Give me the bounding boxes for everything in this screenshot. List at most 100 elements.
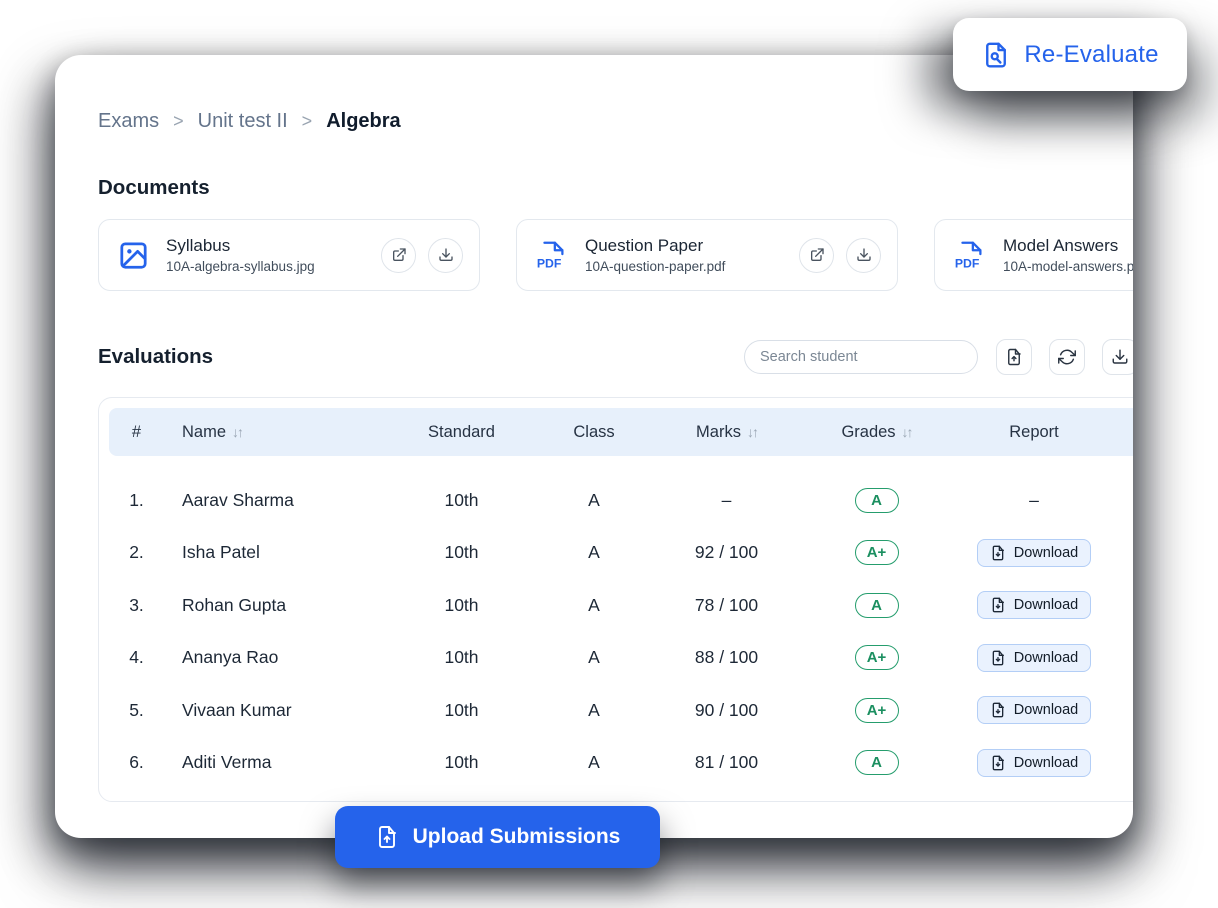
download-report-label: Download xyxy=(1014,702,1079,718)
file-download-icon xyxy=(990,545,1006,561)
refresh-button[interactable] xyxy=(1049,339,1085,375)
table-row: 2. Isha Patel 10th A 92 / 100 A+ – Downl… xyxy=(109,527,1133,580)
marks-cell: 81 / 100 xyxy=(654,752,799,773)
download-report-button[interactable]: Download xyxy=(977,539,1092,567)
column-header-index: # xyxy=(109,423,164,442)
download-all-button[interactable] xyxy=(1102,339,1133,375)
column-header-name[interactable]: Name↓↑ xyxy=(164,423,389,442)
marks-cell: 88 / 100 xyxy=(654,647,799,668)
search-input[interactable] xyxy=(744,340,978,374)
grade-cell: A+ xyxy=(799,698,954,723)
report-cell: – Download xyxy=(954,696,1114,724)
file-download-icon xyxy=(990,597,1006,613)
column-header-grades[interactable]: Grades↓↑ xyxy=(799,423,954,442)
breadcrumb-separator: > xyxy=(173,111,184,132)
column-header-marks[interactable]: Marks↓↑ xyxy=(654,423,799,442)
grade-badge: A xyxy=(855,593,899,618)
document-card-model-answers: PDF Model Answers 10A-model-answers.pdf xyxy=(934,219,1133,291)
row-index: 6. xyxy=(109,752,164,773)
download-file-button[interactable] xyxy=(428,238,463,273)
upload-file-button[interactable] xyxy=(996,339,1032,375)
upload-submissions-label: Upload Submissions xyxy=(413,825,621,849)
breadcrumb-separator: > xyxy=(302,111,313,132)
student-name: Ananya Rao xyxy=(164,647,389,668)
evaluations-heading: Evaluations xyxy=(98,345,213,369)
file-download-icon xyxy=(990,650,1006,666)
class-cell: A xyxy=(534,700,654,721)
download-report-button[interactable]: Download xyxy=(977,644,1092,672)
pdf-file-icon: PDF xyxy=(953,238,987,272)
grade-cell: A xyxy=(799,593,954,618)
file-download-icon xyxy=(990,702,1006,718)
file-upload-icon xyxy=(375,825,399,849)
re-evaluate-label: Re-Evaluate xyxy=(1024,41,1158,69)
standard-cell: 10th xyxy=(389,752,534,773)
class-cell: A xyxy=(534,752,654,773)
download-report-label: Download xyxy=(1014,650,1079,666)
download-file-button[interactable] xyxy=(846,238,881,273)
grade-cell: A+ xyxy=(799,645,954,670)
grade-badge: A xyxy=(855,750,899,775)
standard-cell: 10th xyxy=(389,542,534,563)
file-upload-icon xyxy=(1005,348,1023,366)
report-cell: – Download xyxy=(954,749,1114,777)
download-report-button[interactable]: Download xyxy=(977,696,1092,724)
document-title: Model Answers xyxy=(1003,236,1133,256)
re-evaluate-button[interactable]: Re-Evaluate xyxy=(953,18,1187,91)
standard-cell: 10th xyxy=(389,490,534,511)
row-index: 1. xyxy=(109,490,164,511)
svg-text:PDF: PDF xyxy=(955,256,980,270)
download-icon xyxy=(1111,348,1129,366)
column-header-standard: Standard xyxy=(389,423,534,442)
upload-submissions-button[interactable]: Upload Submissions xyxy=(335,806,660,868)
open-external-button[interactable] xyxy=(381,238,416,273)
row-index: 4. xyxy=(109,647,164,668)
breadcrumb-exams[interactable]: Exams xyxy=(98,110,159,133)
row-index: 3. xyxy=(109,595,164,616)
open-external-button[interactable] xyxy=(799,238,834,273)
marks-cell: 92 / 100 xyxy=(654,542,799,563)
breadcrumb-unit-test[interactable]: Unit test II xyxy=(198,110,288,133)
pdf-file-icon: PDF xyxy=(535,238,569,272)
student-name: Isha Patel xyxy=(164,542,389,563)
column-header-report: Report xyxy=(954,423,1114,442)
student-name: Aarav Sharma xyxy=(164,490,389,511)
documents-row: Syllabus 10A-algebra-syllabus.jpg xyxy=(98,219,1133,291)
document-filename: 10A-algebra-syllabus.jpg xyxy=(166,259,315,274)
table-body: 1. Aarav Sharma 10th A – A – Download 2.… xyxy=(109,474,1133,789)
document-card-question-paper: PDF Question Paper 10A-question-paper.pd… xyxy=(516,219,898,291)
sort-icon[interactable]: ↓↑ xyxy=(747,424,757,440)
sort-icon[interactable]: ↓↑ xyxy=(902,424,912,440)
download-report-label: Download xyxy=(1014,755,1079,771)
table-row: 3. Rohan Gupta 10th A 78 / 100 A – Downl… xyxy=(109,579,1133,632)
page: Re-Evaluate Exams > Unit test II > Algeb… xyxy=(0,0,1218,908)
evaluations-header: Evaluations xyxy=(98,339,1133,375)
student-name: Vivaan Kumar xyxy=(164,700,389,721)
svg-text:PDF: PDF xyxy=(537,256,562,270)
sort-icon[interactable]: ↓↑ xyxy=(232,424,242,440)
student-name: Rohan Gupta xyxy=(164,595,389,616)
file-download-icon xyxy=(990,755,1006,771)
grade-badge: A xyxy=(855,488,899,513)
class-cell: A xyxy=(534,595,654,616)
grade-cell: A+ xyxy=(799,540,954,565)
class-cell: A xyxy=(534,542,654,563)
standard-cell: 10th xyxy=(389,595,534,616)
grade-badge: A+ xyxy=(855,645,899,670)
row-index: 2. xyxy=(109,542,164,563)
download-report-button[interactable]: Download xyxy=(977,749,1092,777)
report-cell: – Download xyxy=(954,644,1114,672)
download-report-button[interactable]: Download xyxy=(977,591,1092,619)
table-row: 4. Ananya Rao 10th A 88 / 100 A+ – Downl… xyxy=(109,632,1133,685)
open-external-icon xyxy=(391,247,407,263)
standard-cell: 10th xyxy=(389,700,534,721)
grade-badge: A+ xyxy=(855,540,899,565)
document-card-syllabus: Syllabus 10A-algebra-syllabus.jpg xyxy=(98,219,480,291)
marks-cell: 90 / 100 xyxy=(654,700,799,721)
grade-cell: A xyxy=(799,750,954,775)
report-cell: – Download xyxy=(954,539,1114,567)
grade-badge: A+ xyxy=(855,698,899,723)
class-cell: A xyxy=(534,647,654,668)
marks-cell: 78 / 100 xyxy=(654,595,799,616)
marks-cell: – xyxy=(654,490,799,511)
